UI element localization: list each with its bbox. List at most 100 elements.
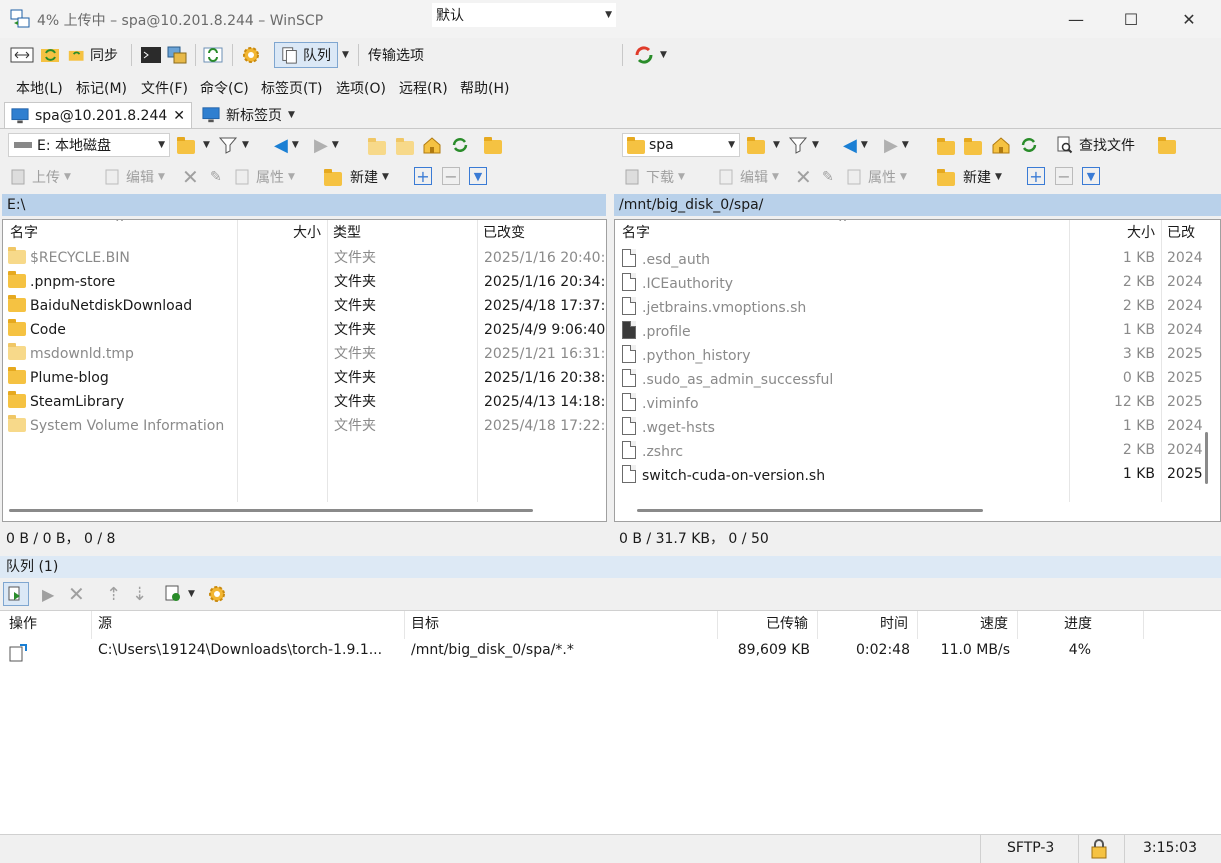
find-files-button[interactable]: 查找文件 (1055, 133, 1135, 157)
table-row[interactable]: .viminfo 12 KB 2025 (615, 390, 1220, 414)
local-rename-icon[interactable]: ✎ (210, 165, 222, 189)
local-file-list[interactable]: 名字 ^ 大小 类型 已改变 $RECYCLE.BIN 文件夹 2025/1/16 … (2, 219, 607, 522)
remote-forward-icon[interactable]: ▶ ▼ (884, 133, 909, 157)
local-filter-icon[interactable]: ▼ (218, 133, 249, 157)
col-changed[interactable]: 已改变 (478, 220, 606, 246)
queue-col-progress[interactable]: 进度 (1018, 611, 1098, 637)
col-changed[interactable]: 已改 (1162, 220, 1220, 246)
remote-open-folder-icon[interactable]: ▼ (747, 133, 780, 157)
local-forward-icon[interactable]: ▶ ▼ (314, 133, 339, 157)
remote-tree-icon[interactable] (1158, 133, 1180, 157)
queue-play-icon[interactable]: ▶ (42, 582, 54, 606)
table-row[interactable]: Plume-blog 文件夹 2025/1/16 20:38: (3, 366, 606, 390)
reconnect-icon[interactable]: ▼ (632, 43, 667, 67)
col-type[interactable]: 类型 (328, 220, 477, 246)
local-tree-icon[interactable] (484, 133, 506, 157)
table-row[interactable]: switch-cuda-on-version.sh 1 KB 2025 (615, 462, 1220, 486)
download-button[interactable]: 下载 ▼ (624, 165, 685, 189)
table-row[interactable]: .sudo_as_admin_successful 0 KB 2025 (615, 366, 1220, 390)
remote-new-button[interactable]: 新建 ▼ (937, 165, 1002, 189)
remote-file-list[interactable]: 名字 ^ 大小 已改 .esd_auth 1 KB 2024 .ICEauthorit… (614, 219, 1221, 522)
table-row[interactable]: .jetbrains.vmoptions.sh 2 KB 2024 (615, 294, 1220, 318)
table-row[interactable]: SteamLibrary 文件夹 2025/4/13 14:18: (3, 390, 606, 414)
menu-options[interactable]: 选项(O) (336, 78, 386, 98)
remote-delete-icon[interactable]: ✕ (795, 165, 812, 189)
queue-col-op[interactable]: 操作 (4, 611, 90, 637)
menu-files[interactable]: 文件(F) (141, 78, 188, 98)
queue-move-down-icon[interactable]: ⇣ (132, 582, 147, 606)
queue-execute-icon[interactable] (3, 582, 29, 606)
table-row[interactable]: .python_history 3 KB 2025 (615, 342, 1220, 366)
queue-delete-icon[interactable]: ✕ (68, 582, 85, 606)
close-button[interactable]: ✕ (1160, 0, 1218, 38)
table-row[interactable]: $RECYCLE.BIN 文件夹 2025/1/16 20:40: (3, 246, 606, 270)
table-row[interactable]: BaiduNetdiskDownload 文件夹 2025/4/18 17:37: (3, 294, 606, 318)
col-size[interactable]: 大小 (1070, 220, 1161, 246)
queue-button[interactable]: 队列 (274, 42, 338, 68)
table-row[interactable]: .zshrc 2 KB 2024 (615, 438, 1220, 462)
local-refresh-icon[interactable] (450, 133, 470, 157)
remote-unselect-minus-icon[interactable]: − (1055, 167, 1073, 186)
table-row[interactable]: msdownld.tmp 文件夹 2025/1/21 16:31: (3, 342, 606, 366)
table-row[interactable]: .pnpm-store 文件夹 2025/1/16 20:34: (3, 270, 606, 294)
queue-col-source[interactable]: 源 (93, 611, 403, 637)
synchronize-browsing-icon[interactable] (40, 43, 62, 67)
table-row[interactable]: .profile 1 KB 2024 (615, 318, 1220, 342)
putty-icon[interactable] (166, 43, 188, 67)
minimize-button[interactable]: — (1047, 0, 1105, 38)
remote-folder-select[interactable]: spa ▼ (622, 133, 740, 157)
local-properties-button[interactable]: 属性 ▼ (234, 165, 295, 189)
remote-root-dir-icon[interactable] (964, 134, 986, 158)
upload-button[interactable]: 上传 ▼ (10, 165, 71, 189)
transfer-preset-select[interactable]: 默认 ▼ (432, 3, 616, 27)
queue-col-target[interactable]: 目标 (406, 611, 716, 637)
remote-refresh-icon[interactable] (1019, 133, 1039, 157)
local-unselect-minus-icon[interactable]: − (442, 167, 460, 186)
queue-row[interactable]: C:\Users\19124\Downloads\torch-1.9.1... … (0, 638, 1221, 662)
local-filter-select-icon[interactable]: ▼ (469, 167, 487, 185)
queue-preferences-gear-icon[interactable] (206, 582, 228, 606)
table-row[interactable]: Code 文件夹 2025/4/9 9:06:40 (3, 318, 606, 342)
tab-session[interactable]: spa@10.201.8.244 ✕ (4, 102, 193, 128)
tab-new[interactable]: 新标签页 ▼ (196, 102, 301, 128)
queue-move-up-icon[interactable]: ⇡ (106, 582, 121, 606)
remote-vscrollbar[interactable] (1205, 432, 1208, 484)
local-open-folder-icon[interactable]: ▼ (177, 133, 210, 157)
refresh-session-icon[interactable] (202, 43, 224, 67)
remote-home-icon[interactable] (991, 133, 1011, 157)
maximize-button[interactable]: ☐ (1102, 0, 1160, 38)
queue-col-time[interactable]: 时间 (818, 611, 914, 637)
local-delete-icon[interactable]: ✕ (182, 165, 199, 189)
local-parent-dir-icon[interactable] (368, 134, 390, 158)
table-row[interactable]: .esd_auth 1 KB 2024 (615, 246, 1220, 270)
queue-col-transferred[interactable]: 已传输 (718, 611, 814, 637)
terminal-icon[interactable] (140, 43, 162, 67)
menu-local[interactable]: 本地(L) (16, 78, 63, 98)
menu-remote[interactable]: 远程(R) (399, 78, 448, 98)
local-home-icon[interactable] (422, 133, 442, 157)
col-size[interactable]: 大小 (237, 220, 327, 246)
remote-filter-icon[interactable]: ▼ (788, 133, 819, 157)
synchronize-button[interactable]: 同步 (68, 43, 118, 67)
local-drive-select[interactable]: E: 本地磁盘 ▼ (8, 133, 170, 157)
lock-icon[interactable] (1090, 839, 1108, 859)
local-select-plus-icon[interactable]: + (414, 167, 432, 186)
remote-select-plus-icon[interactable]: + (1027, 167, 1045, 186)
local-root-dir-icon[interactable] (396, 134, 418, 158)
local-edit-button[interactable]: 编辑 ▼ (104, 165, 165, 189)
queue-dropdown-icon[interactable]: ▼ (342, 43, 349, 67)
table-row[interactable]: .wget-hsts 1 KB 2024 (615, 414, 1220, 438)
remote-edit-button[interactable]: 编辑 ▼ (718, 165, 779, 189)
remote-back-icon[interactable]: ◀ ▼ (843, 133, 868, 157)
remote-hscrollbar[interactable] (637, 509, 983, 512)
menu-tabs[interactable]: 标签页(T) (261, 78, 322, 98)
preferences-gear-icon[interactable] (240, 43, 262, 67)
remote-filter-select-icon[interactable]: ▼ (1082, 167, 1100, 185)
menu-help[interactable]: 帮助(H) (460, 78, 509, 98)
local-new-button[interactable]: 新建 ▼ (324, 165, 389, 189)
remote-properties-button[interactable]: 属性 ▼ (846, 165, 907, 189)
local-back-icon[interactable]: ◀ ▼ (274, 133, 299, 157)
menu-commands[interactable]: 命令(C) (200, 78, 249, 98)
table-row[interactable]: .ICEauthority 2 KB 2024 (615, 270, 1220, 294)
table-row[interactable]: System Volume Information 文件夹 2025/4/18 17… (3, 414, 606, 438)
